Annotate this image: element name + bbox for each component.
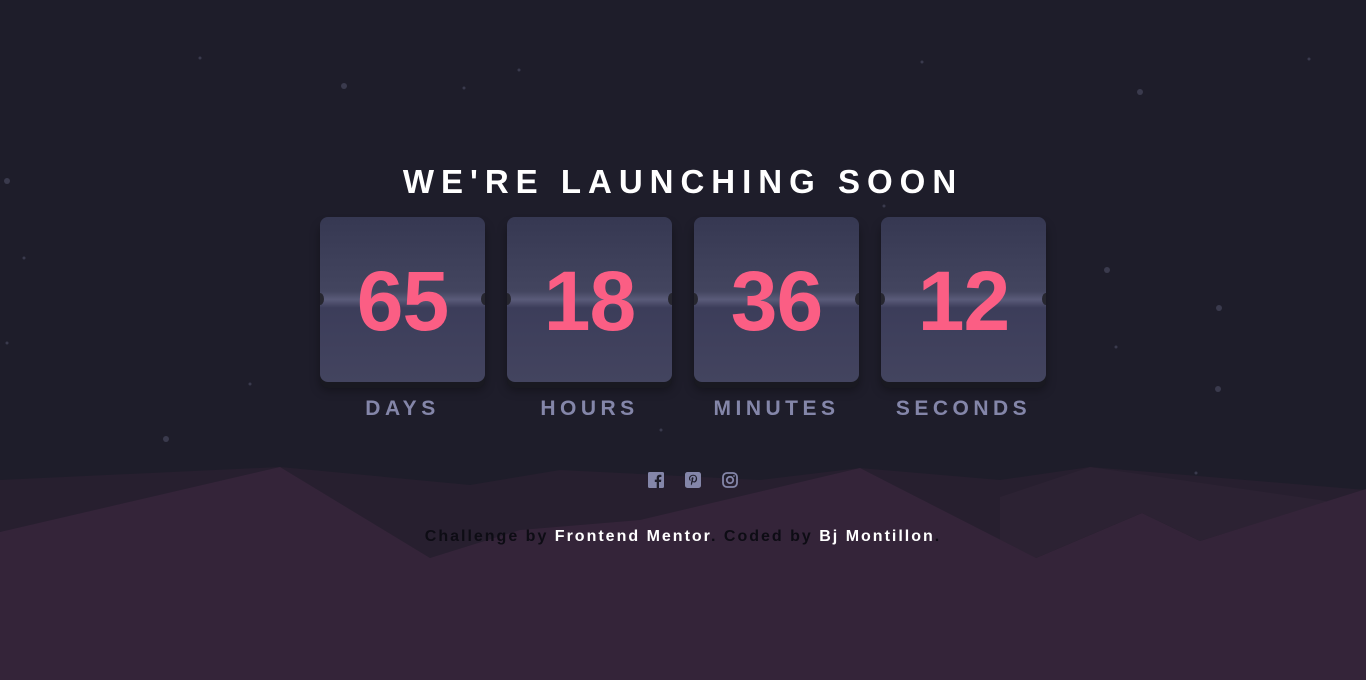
seconds-value: 12 [917,253,1010,348]
hours-card: 18 [507,217,672,382]
page-title: WE'RE LAUNCHING SOON [402,163,964,201]
days-value: 65 [356,253,449,348]
attribution: Challenge by Frontend Mentor. Coded by B… [0,526,1366,548]
frontend-mentor-link[interactable]: Frontend Mentor [555,528,711,545]
pinterest-icon [685,472,701,488]
days-label: DAYS [365,397,440,420]
facebook-link[interactable] [647,471,665,489]
social-links [647,471,739,491]
minutes-label: MINUTES [713,397,840,420]
countdown-timer: 65 DAYS 18 HOURS 36 MINUTES 12 SECONDS [320,217,1046,427]
attribution-coded-text: . Coded by [711,528,820,545]
instagram-link[interactable] [721,471,739,489]
countdown-days: 65 DAYS [320,217,485,422]
attribution-suffix: . [934,528,942,545]
countdown-minutes: 36 MINUTES [694,217,859,422]
instagram-icon [722,472,738,488]
minutes-value: 36 [730,253,823,348]
author-link[interactable]: Bj Montillon [819,528,935,545]
minutes-card: 36 [694,217,859,382]
attribution-challenge-text: Challenge by [424,528,555,545]
pinterest-link[interactable] [684,471,702,489]
hours-label: HOURS [540,397,639,420]
seconds-card: 12 [881,217,1046,382]
countdown-hours: 18 HOURS [507,217,672,422]
countdown-seconds: 12 SECONDS [881,217,1046,422]
days-card: 65 [320,217,485,382]
hours-value: 18 [543,253,636,348]
facebook-icon [648,472,664,488]
seconds-label: SECONDS [895,397,1032,420]
